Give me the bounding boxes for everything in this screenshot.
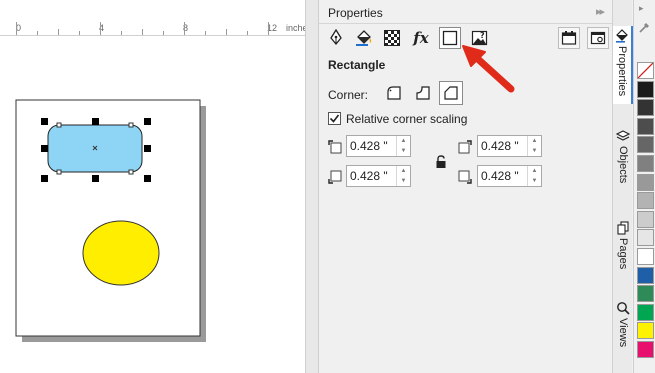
bottom-right-radius-input[interactable] [478, 166, 526, 186]
magnifier-icon [617, 302, 630, 315]
ellipse-shape[interactable] [82, 220, 160, 286]
color-swatch[interactable] [637, 117, 654, 135]
properties-panel: Properties ▸▸ fx ? Rectangle Corner: Rel… [319, 0, 612, 373]
palette-expand-icon[interactable]: ▸ [639, 3, 644, 14]
color-swatch[interactable] [637, 99, 654, 117]
spin-up-icon[interactable]: ▲ [527, 166, 541, 176]
section-title: Rectangle [328, 58, 386, 72]
top-right-radius-input[interactable] [478, 136, 526, 156]
options-icon [590, 31, 606, 45]
spin-down-icon[interactable]: ▼ [396, 176, 410, 186]
color-swatch[interactable] [637, 266, 654, 284]
svg-text:?: ? [480, 31, 485, 40]
top-right-corner-icon [458, 140, 472, 154]
tab-properties-label: Properties [616, 46, 628, 97]
effects-tab[interactable]: fx [410, 27, 432, 49]
bottom-left-radius-input[interactable] [347, 166, 395, 186]
color-swatch[interactable] [637, 155, 654, 172]
frame-icon [561, 31, 577, 45]
relative-scaling-label: Relative corner scaling [346, 112, 468, 126]
color-swatch[interactable] [637, 80, 654, 98]
lock-icon[interactable] [435, 155, 447, 169]
top-left-radius-input[interactable] [347, 136, 395, 156]
scalloped-corner-icon [416, 86, 430, 100]
bottom-right-corner-icon [458, 170, 472, 184]
scalloped-corner-button[interactable] [411, 81, 435, 105]
top-left-corner-icon [328, 140, 342, 154]
bottom-left-radius-field[interactable]: ▲ ▼ [346, 165, 411, 187]
pen-nib-icon [330, 29, 342, 46]
outline-pen-tab[interactable] [325, 27, 347, 49]
check-icon [329, 114, 340, 123]
panel-header: Properties ▸▸ [319, 0, 612, 24]
color-swatch[interactable] [637, 192, 654, 210]
drawing-canvas[interactable]: 0 4 8 12 inches [0, 0, 305, 373]
round-corner-button[interactable] [382, 81, 406, 105]
relative-scaling-checkbox[interactable] [328, 112, 341, 125]
color-palette: ▸ [633, 0, 655, 373]
no-color-swatch[interactable] [637, 62, 654, 79]
rectangle-icon [442, 30, 458, 46]
rectangle-tab[interactable] [439, 27, 461, 49]
color-swatch[interactable] [637, 322, 654, 340]
checkerboard-icon [384, 30, 400, 46]
pages-icon [617, 221, 629, 235]
frame-tab[interactable] [558, 27, 580, 49]
spin-down-icon[interactable]: ▼ [527, 176, 541, 186]
tab-pages-label: Pages [617, 238, 629, 270]
spin-up-icon[interactable]: ▲ [396, 166, 410, 176]
fx-icon: fx [413, 29, 429, 47]
color-swatch[interactable] [637, 173, 654, 191]
eyedropper-icon[interactable] [638, 20, 652, 34]
no-color-icon [637, 62, 654, 79]
bottom-left-corner-icon [328, 170, 342, 184]
paint-bucket-icon [356, 30, 372, 46]
layers-icon [616, 130, 630, 141]
panel-title: Properties [328, 6, 383, 20]
fill-tab[interactable] [353, 27, 375, 49]
bottom-right-radius-field[interactable]: ▲ ▼ [477, 165, 542, 187]
chamfered-corner-button[interactable] [439, 81, 463, 105]
spin-up-icon[interactable]: ▲ [527, 136, 541, 146]
color-swatch[interactable] [637, 303, 654, 321]
expand-icon[interactable]: ▸▸ [596, 5, 605, 18]
spin-up-icon[interactable]: ▲ [396, 136, 410, 146]
color-swatch[interactable] [637, 341, 654, 358]
color-swatch[interactable] [637, 136, 654, 154]
color-swatch[interactable] [637, 229, 654, 247]
color-swatch[interactable] [637, 285, 654, 303]
round-corner-icon [387, 86, 401, 100]
properties-icon [616, 29, 628, 43]
color-swatch[interactable] [637, 210, 654, 228]
tab-views-label: Views [617, 318, 629, 348]
options-tab[interactable] [587, 27, 609, 49]
tab-objects[interactable]: Objects [613, 126, 633, 196]
transparency-tab[interactable] [381, 27, 403, 49]
tab-objects-label: Objects [617, 146, 629, 184]
top-right-radius-field[interactable]: ▲ ▼ [477, 135, 542, 157]
spin-down-icon[interactable]: ▼ [396, 146, 410, 156]
annotation-arrow [462, 45, 515, 93]
chamfered-corner-icon [444, 86, 458, 100]
color-swatch[interactable] [637, 248, 654, 265]
canvas-splitter[interactable] [305, 0, 319, 373]
docker-tabs: Properties Objects Pages Views [612, 0, 633, 373]
tab-views[interactable]: Views [613, 298, 633, 368]
spin-down-icon[interactable]: ▼ [527, 146, 541, 156]
tab-properties[interactable]: Properties [613, 26, 633, 104]
top-left-radius-field[interactable]: ▲ ▼ [346, 135, 411, 157]
corner-label: Corner: [328, 88, 369, 102]
tab-pages[interactable]: Pages [613, 218, 633, 280]
